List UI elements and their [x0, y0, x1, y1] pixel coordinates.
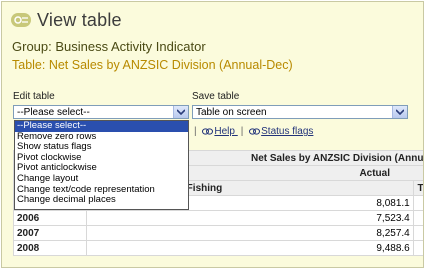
column-header-next-cell: To — [412, 180, 423, 196]
value-cell: 8,257.4 — [86, 225, 414, 241]
edit-option[interactable]: Change decimal places — [15, 195, 188, 206]
year-cell: 2006 — [13, 210, 87, 226]
chain-link-icon — [249, 127, 261, 139]
table-row: 2007 8,257.4 — [13, 225, 423, 241]
status-flags-link[interactable]: Status flags — [249, 126, 313, 137]
empty-cell — [412, 195, 423, 211]
edit-table-select[interactable]: --Please select-- — [13, 105, 189, 119]
empty-cell — [412, 225, 423, 241]
view-table-icon — [11, 13, 31, 27]
value-cell: 7,523.4 — [86, 210, 414, 226]
separator: | — [194, 126, 197, 137]
status-flags-link-label: Status flags — [261, 126, 314, 137]
save-table-select[interactable]: Table on screen — [192, 105, 408, 119]
empty-cell — [412, 240, 423, 256]
table-toolbar-links: | Help | Status flags — [191, 126, 313, 139]
help-link-label: Help — [214, 126, 235, 137]
group-heading: Group: Business Activity Indicator — [12, 39, 206, 54]
save-table-label: Save table — [192, 91, 240, 102]
edit-table-options-list[interactable]: --Please select-- Remove zero rows Show … — [14, 120, 189, 210]
chevron-down-icon[interactable] — [173, 106, 188, 118]
chevron-down-icon[interactable] — [392, 106, 407, 118]
help-link[interactable]: Help — [202, 126, 237, 137]
edit-table-selected-value: --Please select-- — [17, 107, 90, 118]
edit-table-label: Edit table — [13, 91, 55, 102]
chain-link-icon — [202, 127, 214, 139]
edit-option[interactable]: Change layout — [15, 173, 188, 185]
save-table-selected-value: Table on screen — [196, 107, 267, 118]
separator: | — [240, 126, 244, 137]
table-row: 2006 7,523.4 — [13, 210, 423, 226]
view-table-panel: View table Group: Business Activity Indi… — [1, 1, 424, 268]
value-cell: 9,488.6 — [86, 240, 414, 256]
edit-option[interactable]: --Please select-- — [15, 120, 188, 132]
empty-cell — [412, 210, 423, 226]
table-row: 2008 9,488.6 — [13, 240, 423, 256]
year-cell: 2007 — [13, 225, 87, 241]
page-title: View table — [37, 9, 122, 30]
year-cell: 2008 — [13, 240, 87, 256]
page-header: View table — [11, 10, 122, 30]
table-heading: Table: Net Sales by ANZSIC Division (Ann… — [12, 58, 293, 72]
